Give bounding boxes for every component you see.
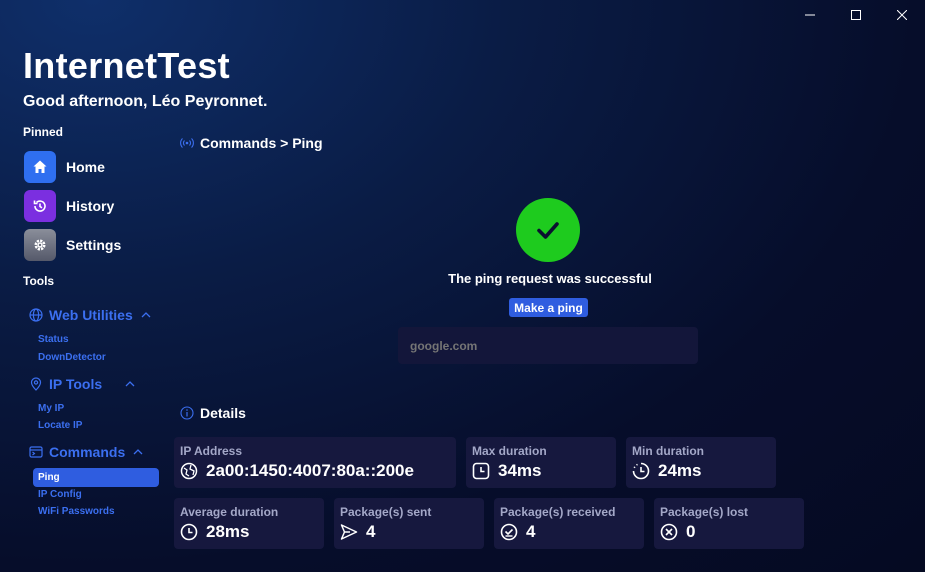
group-label: IP Tools: [49, 376, 103, 392]
card-value: 4: [340, 522, 478, 542]
card-label: Min duration: [632, 444, 704, 458]
history-icon: [24, 190, 56, 222]
success-indicator: [516, 198, 580, 262]
card-value: 34ms: [472, 461, 610, 481]
sidebar-item-label: History: [66, 198, 115, 214]
sidebar-item-label: Home: [66, 159, 105, 175]
sidebar-item-status[interactable]: Status: [38, 334, 69, 345]
sidebar-item-ping[interactable]: Ping: [33, 468, 159, 487]
gear-icon: [24, 229, 56, 261]
card-value: 0: [660, 522, 798, 542]
details-heading: Details: [180, 405, 246, 421]
home-icon: [24, 151, 56, 183]
ip-address-value: 2a00:1450:4007:80a::200e: [206, 461, 414, 480]
x-circle-icon: [660, 523, 678, 541]
chevron-up-icon: [141, 312, 151, 318]
minimize-icon: [805, 14, 815, 16]
card-packages-received: Package(s) received 4: [494, 498, 644, 549]
sidebar-item-ip-config[interactable]: IP Config: [38, 489, 82, 500]
details-title: Details: [200, 405, 246, 421]
card-min-duration: Min duration 24ms: [626, 437, 776, 488]
card-label: Package(s) lost: [660, 505, 749, 519]
sidebar-item-downdetector[interactable]: DownDetector: [38, 352, 106, 363]
command-icon: [29, 446, 43, 458]
sidebar-item-label: Settings: [66, 237, 122, 253]
checkmark-icon: [537, 222, 559, 239]
card-value: 24ms: [632, 461, 770, 481]
maximize-icon: [851, 10, 861, 20]
close-icon: [897, 10, 907, 20]
card-label: Package(s) received: [500, 505, 616, 519]
sidebar-item-history[interactable]: History: [24, 190, 114, 222]
make-ping-button[interactable]: Make a ping: [509, 298, 588, 317]
average-duration-value: 28ms: [206, 522, 250, 541]
packages-sent-value: 4: [366, 522, 376, 541]
clock-dashed-icon: [632, 462, 650, 480]
card-max-duration: Max duration 34ms: [466, 437, 616, 488]
card-label: Max duration: [472, 444, 547, 458]
sidebar-item-locate-ip[interactable]: Locate IP: [38, 420, 82, 431]
sidebar-item-settings[interactable]: Settings: [24, 229, 121, 261]
maximize-button[interactable]: [833, 0, 879, 30]
card-packages-lost: Package(s) lost 0: [654, 498, 804, 549]
location-pin-icon: [30, 377, 42, 391]
packages-received-value: 4: [526, 522, 536, 541]
breadcrumb: Commands > Ping: [180, 135, 323, 151]
clock-square-icon: [472, 462, 490, 480]
group-ip-tools[interactable]: IP Tools: [29, 376, 135, 392]
close-button[interactable]: [879, 0, 925, 30]
sidebar-item-home[interactable]: Home: [24, 151, 105, 183]
minimize-button[interactable]: [787, 0, 833, 30]
group-label: Commands: [49, 444, 126, 460]
info-icon: [180, 406, 194, 420]
signal-icon: [180, 138, 194, 148]
received-icon: [500, 523, 518, 541]
chevron-up-icon: [125, 381, 135, 387]
tools-label: Tools: [23, 274, 55, 288]
clock-icon: [180, 523, 198, 541]
group-label: Web Utilities: [49, 307, 133, 323]
chevron-up-icon: [133, 449, 143, 455]
pinned-label: Pinned: [23, 125, 64, 139]
app-title: InternetTest: [23, 45, 230, 86]
send-icon: [340, 524, 358, 540]
sidebar-item-wifi-passwords[interactable]: WiFi Passwords: [38, 506, 115, 517]
packages-lost-value: 0: [686, 522, 696, 541]
card-value: 28ms: [180, 522, 318, 542]
max-duration-value: 34ms: [498, 461, 542, 480]
card-label: IP Address: [180, 444, 243, 458]
card-label: Package(s) sent: [340, 505, 432, 519]
window-controls: [787, 0, 925, 30]
network-icon: [180, 462, 198, 480]
group-web-utilities[interactable]: Web Utilities: [29, 307, 151, 323]
group-commands[interactable]: Commands: [29, 444, 143, 460]
card-ip-address: IP Address 2a00:1450:4007:80a::200e: [174, 437, 456, 488]
globe-icon: [29, 308, 43, 322]
card-label: Average duration: [180, 505, 279, 519]
sidebar-item-my-ip[interactable]: My IP: [38, 403, 64, 414]
min-duration-value: 24ms: [658, 461, 702, 480]
card-packages-sent: Package(s) sent 4: [334, 498, 484, 549]
card-average-duration: Average duration 28ms: [174, 498, 324, 549]
host-input[interactable]: [398, 327, 698, 364]
greeting: Good afternoon, Léo Peyronnet.: [23, 93, 268, 110]
card-value: 4: [500, 522, 638, 542]
card-value: 2a00:1450:4007:80a::200e: [180, 461, 450, 481]
breadcrumb-text: Commands > Ping: [200, 135, 323, 151]
status-message: The ping request was successful: [448, 271, 652, 286]
